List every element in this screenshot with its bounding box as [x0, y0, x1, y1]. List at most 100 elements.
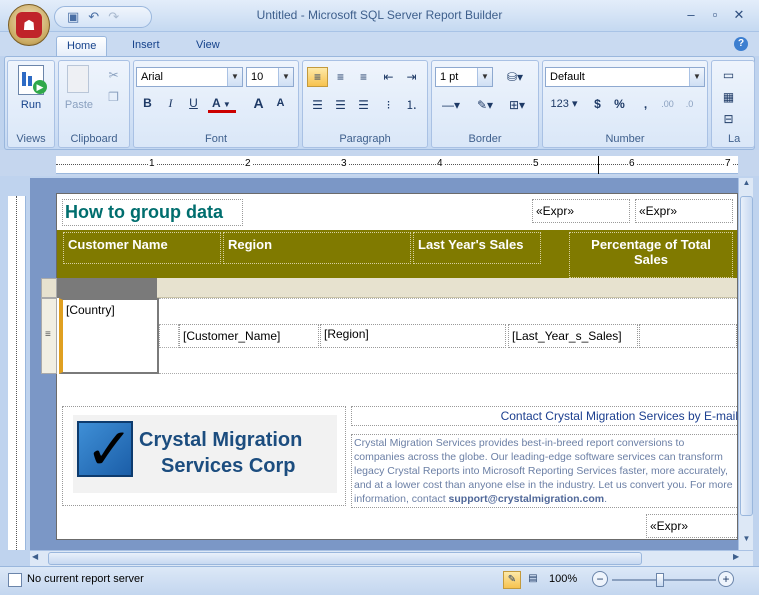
header-expr-textbox[interactable]: «Expr» — [635, 199, 733, 223]
scroll-up-icon[interactable]: ▲ — [740, 178, 753, 192]
close-button[interactable]: ✕ — [728, 7, 750, 25]
clipboard-group: Paste ✂ ❐ Clipboard — [58, 60, 130, 148]
detail-customer-name[interactable]: [Customer_Name] — [179, 324, 319, 348]
bold-button[interactable]: B — [137, 93, 158, 113]
vertical-scroll-thumb[interactable] — [740, 196, 753, 516]
bullets-icon[interactable]: ⁝ — [378, 95, 399, 115]
contact-body[interactable]: Crystal Migration Services provides best… — [351, 434, 739, 508]
zoom-out-icon[interactable]: − — [592, 571, 608, 587]
border-style-icon[interactable]: —▾ — [435, 95, 467, 115]
chevron-down-icon[interactable]: ▼ — [477, 68, 492, 86]
contact-email-link[interactable]: support@crystalmigration.com — [449, 493, 605, 505]
border-width-value: 1 pt — [440, 71, 459, 83]
borders-icon[interactable]: ⊞▾ — [502, 95, 532, 115]
detail-region[interactable]: [Region] — [320, 324, 506, 348]
shrink-font-button[interactable]: A — [270, 93, 291, 113]
footer-expr-textbox[interactable]: «Expr» — [646, 514, 741, 538]
contact-heading[interactable]: Contact Crystal Migration Services by E-… — [351, 406, 739, 426]
design-view-icon[interactable]: ✎ — [503, 571, 521, 589]
scroll-left-icon[interactable]: ◀ — [32, 552, 44, 565]
increase-indent-icon[interactable]: ⇥ — [401, 67, 422, 87]
tablix-column-handle[interactable] — [57, 278, 157, 298]
header-percentage-total-sales[interactable]: Percentage of Total Sales — [569, 232, 733, 278]
zoom-slider-thumb[interactable] — [656, 573, 664, 587]
tab-insert[interactable]: Insert — [122, 36, 170, 56]
font-family-combo[interactable]: Arial ▼ — [136, 67, 243, 87]
application-button[interactable]: ☗ — [8, 4, 50, 46]
tab-home[interactable]: Home — [56, 36, 108, 56]
tab-view[interactable]: View — [186, 36, 230, 56]
header-region[interactable]: Region — [223, 232, 411, 264]
copy-icon[interactable]: ❐ — [103, 87, 124, 107]
font-color-button[interactable]: A ▼ — [208, 93, 236, 113]
decrease-indent-icon[interactable]: ⇤ — [378, 67, 399, 87]
header-expr-textbox[interactable]: «Expr» — [532, 199, 630, 223]
increase-decimal-icon[interactable]: .00 — [657, 94, 678, 114]
tablix-column-handle[interactable] — [157, 278, 737, 298]
run-button[interactable]: Run — [8, 99, 54, 111]
horizontal-scrollbar[interactable]: ◀ ▶ — [30, 550, 753, 566]
logo-line-1: Crystal Migration — [139, 429, 303, 451]
numbering-icon[interactable]: ⒈ — [401, 95, 422, 115]
font-size-combo[interactable]: 10 ▼ — [246, 67, 294, 87]
align-bottom-icon[interactable]: ≡ — [353, 67, 374, 87]
clipboard-group-label: Clipboard — [70, 133, 118, 145]
border-width-combo[interactable]: 1 pt ▼ — [435, 67, 493, 87]
underline-button[interactable]: U — [183, 93, 204, 113]
align-top-icon[interactable]: ≡ — [307, 67, 328, 87]
zoom-slider[interactable] — [612, 579, 716, 581]
align-right-icon[interactable]: ☰ — [353, 95, 374, 115]
report-title[interactable]: How to group data — [62, 199, 243, 226]
italic-button[interactable]: I — [160, 93, 181, 113]
report-page[interactable]: How to group data «Expr» «Expr» Customer… — [41, 193, 741, 540]
ruler-mark: 7 — [724, 158, 732, 169]
detail-percentage[interactable] — [639, 324, 737, 348]
vertical-ruler — [8, 196, 26, 550]
scroll-down-icon[interactable]: ▼ — [740, 534, 753, 548]
number-format-combo[interactable]: Default ▼ — [545, 67, 705, 87]
align-left-icon[interactable]: ☰ — [307, 95, 328, 115]
chevron-down-icon[interactable]: ▼ — [689, 68, 704, 86]
logo-image-box[interactable]: ✓ Crystal Migration Services Corp — [62, 406, 346, 506]
header-customer-name[interactable]: Customer Name — [63, 232, 221, 264]
font-family-value: Arial — [141, 71, 164, 83]
fill-color-icon[interactable]: ⛁▾ — [500, 67, 530, 87]
align-center-icon[interactable]: ☰ — [330, 95, 351, 115]
minimize-button[interactable]: – — [680, 7, 702, 25]
grid-icon[interactable]: ▦ — [718, 87, 739, 107]
horizontal-scroll-thumb[interactable] — [48, 552, 642, 565]
chevron-down-icon[interactable]: ▼ — [278, 68, 293, 86]
ruler-cursor — [598, 156, 599, 174]
border-color-icon[interactable]: ✎▾ — [470, 95, 500, 115]
help-icon[interactable]: ? — [734, 37, 748, 51]
placeholder-format-button[interactable]: 123 ▾ — [546, 94, 582, 114]
zoom-in-icon[interactable]: + — [718, 571, 734, 587]
layout-icon[interactable]: ▭ — [718, 65, 739, 85]
ruler-mark: 6 — [628, 158, 636, 169]
grow-font-button[interactable]: A — [248, 93, 269, 113]
comma-button[interactable]: , — [635, 94, 656, 114]
ribbon-tab-strip — [0, 32, 759, 56]
scroll-right-icon[interactable]: ▶ — [733, 552, 745, 565]
currency-button[interactable]: $ — [587, 94, 608, 114]
zoom-level[interactable]: 100% — [549, 573, 577, 585]
percent-button[interactable]: % — [609, 94, 630, 114]
header-last-years-sales[interactable]: Last Year's Sales — [413, 232, 541, 264]
status-bar: No current report server ✎ ▤ 100% − + — [0, 566, 759, 595]
tablix-corner-handle[interactable] — [41, 278, 57, 298]
vertical-scrollbar[interactable]: ▲ ▼ — [738, 178, 753, 550]
tablix-row-handle[interactable]: ≡ — [41, 298, 57, 374]
server-icon — [8, 573, 22, 587]
country-group-cell[interactable]: [Country] — [59, 298, 159, 374]
chevron-down-icon[interactable]: ▼ — [227, 68, 242, 86]
preview-view-icon[interactable]: ▤ — [524, 571, 542, 589]
logo-line-2: Services Corp — [161, 455, 296, 477]
decrease-decimal-icon[interactable]: .0 — [679, 94, 700, 114]
maximize-button[interactable]: ▫ — [704, 7, 726, 25]
detail-row-handle[interactable] — [159, 324, 179, 348]
paste-button[interactable]: Paste — [61, 99, 97, 111]
detail-last-years-sales[interactable]: [Last_Year_s_Sales] — [508, 324, 638, 348]
merge-icon[interactable]: ⊟ — [718, 109, 739, 129]
align-middle-icon[interactable]: ≡ — [330, 67, 351, 87]
cut-icon[interactable]: ✂ — [103, 65, 124, 85]
